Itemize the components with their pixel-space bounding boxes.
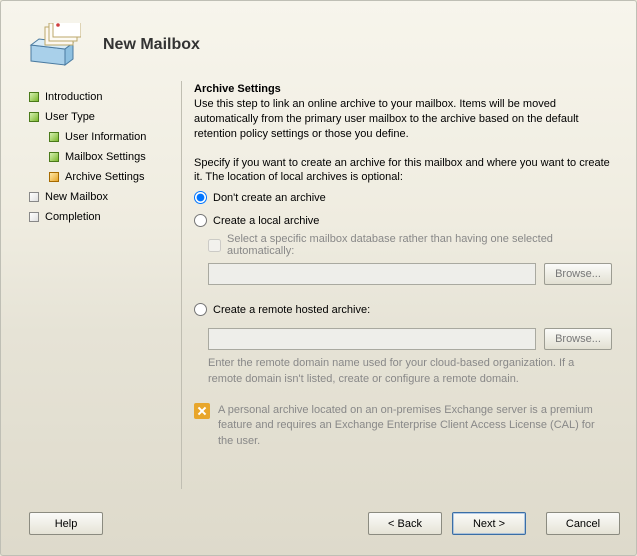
next-button[interactable]: Next > xyxy=(452,512,526,535)
radio-remote-archive[interactable]: Create a remote hosted archive: xyxy=(194,303,618,316)
sidebar-item-introduction: Introduction xyxy=(29,87,177,107)
radio-label: Create a remote hosted archive: xyxy=(213,304,370,316)
radio-dont-create[interactable]: Don't create an archive xyxy=(194,191,618,204)
step-icon xyxy=(29,92,39,102)
sidebar-item-label: Archive Settings xyxy=(65,171,144,183)
radio-dont-create-input[interactable] xyxy=(194,191,207,204)
browse-remote-button[interactable]: Browse... xyxy=(544,328,612,350)
step-icon xyxy=(29,212,39,222)
radio-label: Create a local archive xyxy=(213,215,319,227)
premium-note: A personal archive located on an on-prem… xyxy=(218,403,612,449)
radio-label: Don't create an archive xyxy=(213,192,326,204)
sidebar-item-completion: Completion xyxy=(29,207,177,227)
wizard-title: New Mailbox xyxy=(103,36,200,54)
sidebar-item-label: New Mailbox xyxy=(45,191,108,203)
sidebar-item-archive-settings: Archive Settings xyxy=(29,167,177,187)
sidebar-item-mailbox-settings: Mailbox Settings xyxy=(29,147,177,167)
step-icon xyxy=(49,152,59,162)
back-button[interactable]: < Back xyxy=(368,512,442,535)
radio-local-archive[interactable]: Create a local archive xyxy=(194,214,618,227)
checkbox-label: Select a specific mailbox database rathe… xyxy=(227,233,612,257)
wizard-sidebar: Introduction User Type User Information … xyxy=(29,77,177,497)
cancel-button[interactable]: Cancel xyxy=(546,512,620,535)
remote-hint: Enter the remote domain name used for yo… xyxy=(208,356,612,387)
checkbox-specific-db-input[interactable] xyxy=(208,239,221,252)
premium-warning-icon xyxy=(194,403,210,419)
help-button[interactable]: Help xyxy=(29,512,103,535)
step-icon xyxy=(29,112,39,122)
local-db-input[interactable] xyxy=(208,263,536,285)
sidebar-item-user-type: User Type xyxy=(29,107,177,127)
radio-local-archive-input[interactable] xyxy=(194,214,207,227)
section-specify: Specify if you want to create an archive… xyxy=(194,156,618,186)
sidebar-item-label: Completion xyxy=(45,211,101,223)
mailbox-icon xyxy=(29,23,81,67)
remote-domain-input[interactable] xyxy=(208,328,536,350)
step-icon xyxy=(29,192,39,202)
step-icon xyxy=(49,132,59,142)
sidebar-item-label: User Type xyxy=(45,111,95,123)
section-title: Archive Settings xyxy=(194,83,618,97)
sidebar-item-new-mailbox: New Mailbox xyxy=(29,187,177,207)
browse-local-button[interactable]: Browse... xyxy=(544,263,612,285)
checkbox-specific-db[interactable]: Select a specific mailbox database rathe… xyxy=(208,233,612,257)
sidebar-item-label: User Information xyxy=(65,131,146,143)
section-description: Use this step to link an online archive … xyxy=(194,97,618,142)
radio-remote-archive-input[interactable] xyxy=(194,303,207,316)
sidebar-item-user-information: User Information xyxy=(29,127,177,147)
sidebar-item-label: Mailbox Settings xyxy=(65,151,146,163)
step-icon xyxy=(49,172,59,182)
sidebar-item-label: Introduction xyxy=(45,91,102,103)
